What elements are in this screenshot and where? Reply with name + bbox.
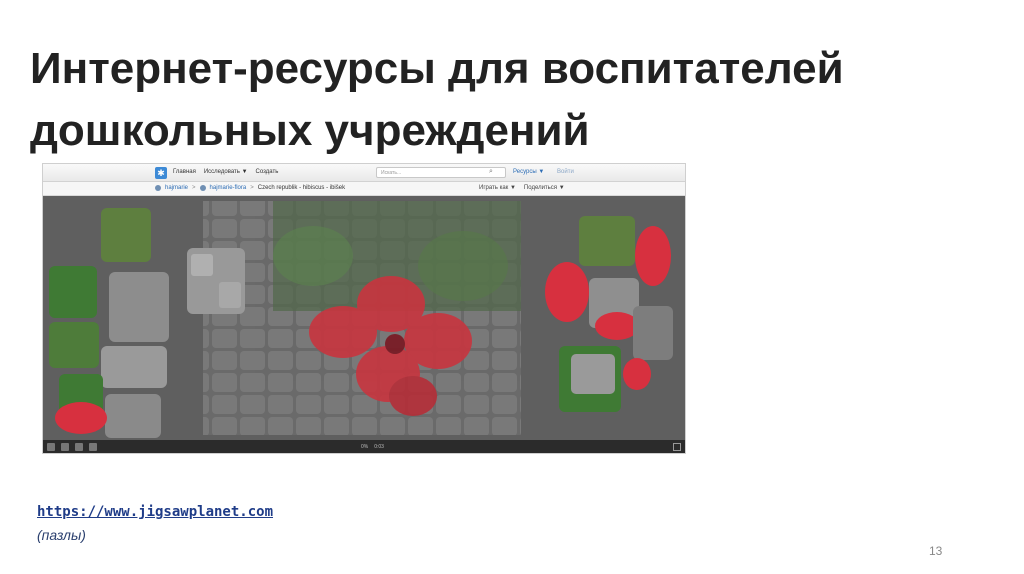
link-caption: (пазлы) [37,527,86,543]
resources-menu[interactable]: Ресурсы ▼ [513,169,544,175]
jigsawplanet-link[interactable]: https://www.jigsawplanet.com [37,504,273,520]
puzzle-pieces-right[interactable] [545,216,673,412]
jigsawplanet-logo-icon[interactable]: ✱ [155,167,167,179]
share-menu[interactable]: Поделиться ▼ [524,185,565,191]
page-number: 13 [929,544,943,558]
slide-title-line-1: Интернет-ресурсы для воспитателей [30,44,844,93]
puzzle-toolbar: 0% 0:03 [43,440,685,453]
breadcrumb-bar: hajmarie > hajmarie-flora > Czech republ… [43,182,685,196]
puzzle-pieces-stones[interactable] [187,248,245,314]
nav-explore[interactable]: Исследовать ▼ [204,169,248,175]
nav-create[interactable]: Создать [256,169,279,175]
fullscreen-icon[interactable] [673,443,681,451]
album-icon [199,185,206,191]
signin-link[interactable]: Войти [557,169,574,175]
breadcrumb: hajmarie > hajmarie-flora > Czech republ… [155,185,345,191]
site-nav: Главная Исследовать ▼ Создать [173,169,278,175]
timer: 0:03 [374,444,384,450]
website-screenshot: ✱ Главная Исследовать ▼ Создать Искать..… [42,163,686,454]
search-icon[interactable]: ⌕ [489,168,493,176]
background-icon[interactable] [89,443,97,451]
image-preview-icon[interactable] [47,443,55,451]
breadcrumb-album[interactable]: hajmarie-flora [210,185,247,191]
site-top-bar: ✱ Главная Исследовать ▼ Создать Искать..… [43,164,685,182]
breadcrumb-separator-icon: > [192,185,196,191]
progress-percent: 0% [361,444,369,450]
puzzle-status: 0% 0:03 [361,444,384,450]
puzzle-actions: Играть как ▼ Поделиться ▼ [479,185,565,191]
play-as-menu[interactable]: Играть как ▼ [479,185,516,191]
breadcrumb-puzzle: Czech republik - hibiscus - ibišek [257,185,346,191]
search-input[interactable]: Искать... [376,167,506,178]
breadcrumb-separator-icon: > [250,185,254,191]
shuffle-icon[interactable] [61,443,69,451]
toolbar-buttons [47,443,97,451]
user-icon [155,185,161,191]
breadcrumb-user[interactable]: hajmarie [165,185,188,191]
slide-title: Интернет-ресурсы для воспитателей дошкол… [30,38,990,162]
puzzle-board-graphic [49,201,673,438]
sort-icon[interactable] [75,443,83,451]
puzzle-pieces-left[interactable] [49,208,169,438]
nav-home[interactable]: Главная [173,169,196,175]
slide-title-line-2: дошкольных учреждений [30,106,590,155]
puzzle-board[interactable] [43,196,685,440]
